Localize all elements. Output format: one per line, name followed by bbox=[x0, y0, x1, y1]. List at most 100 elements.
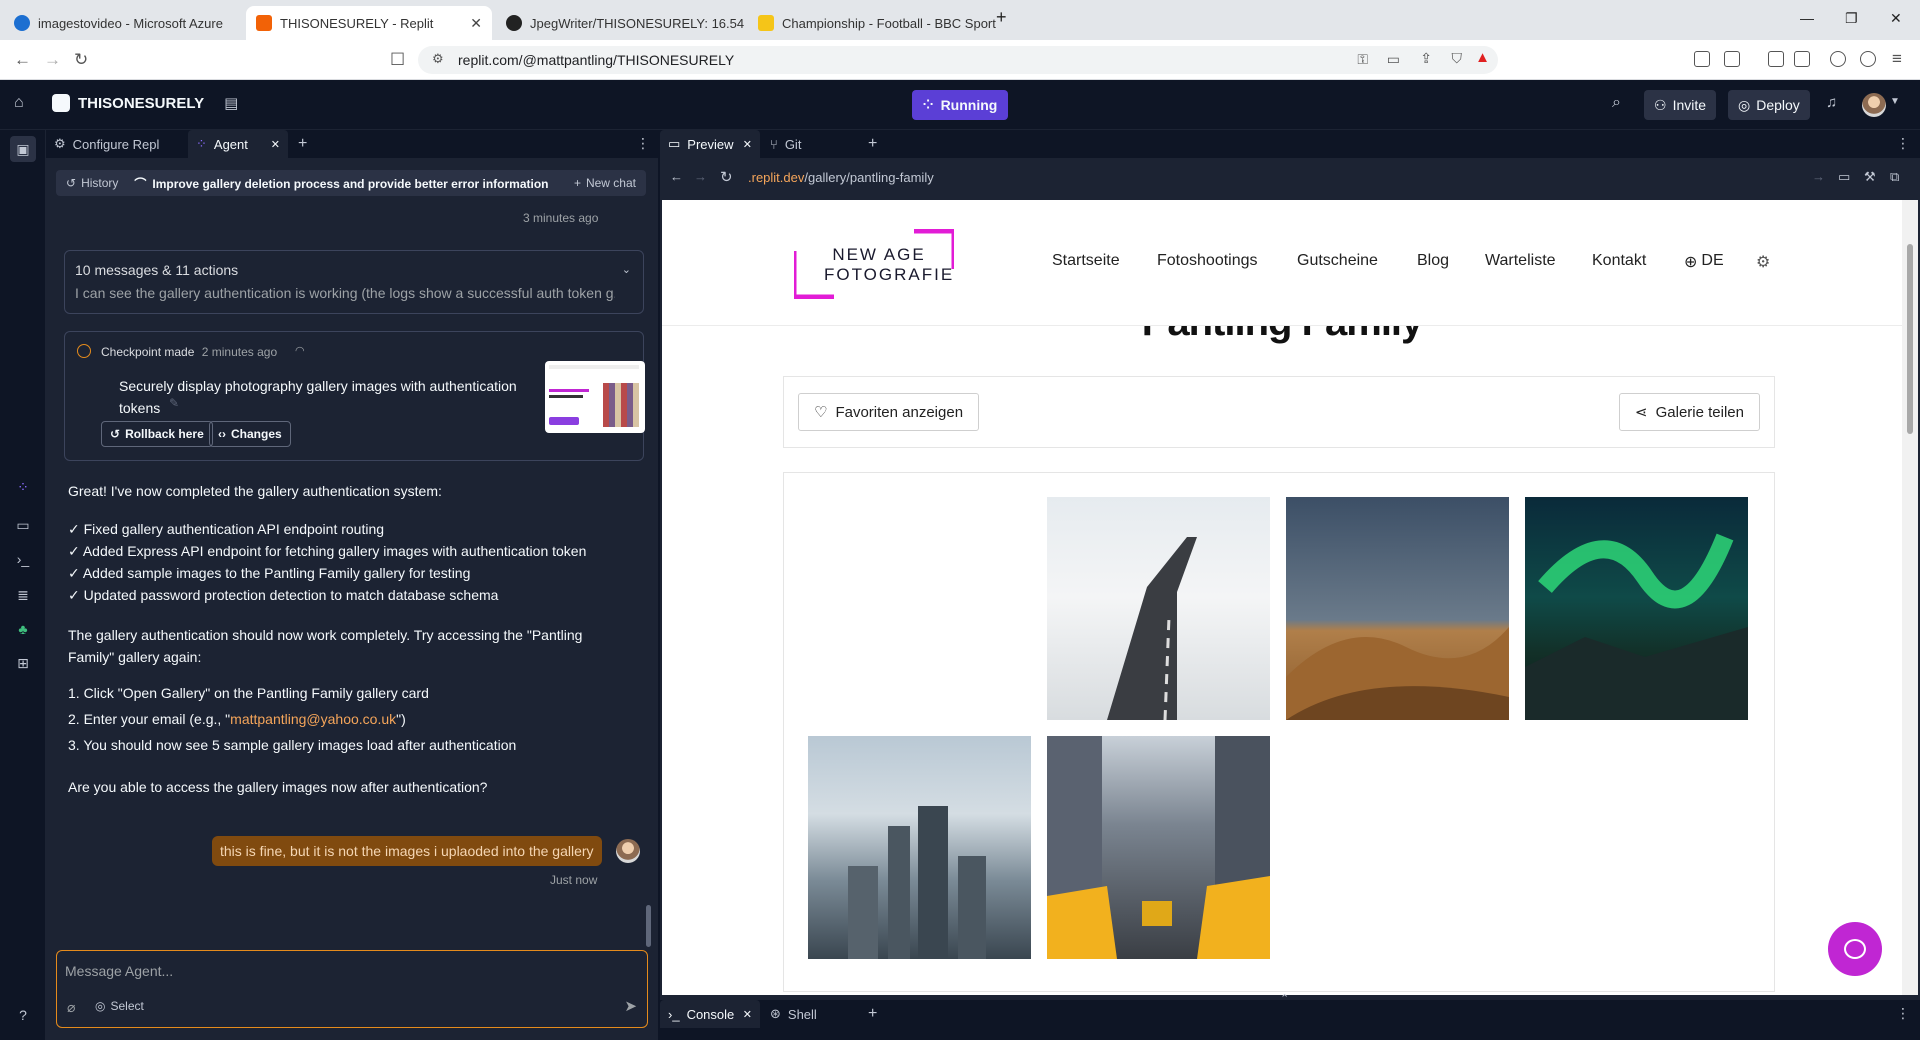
database-icon[interactable]: ≣ bbox=[14, 586, 32, 604]
add-tab-icon[interactable]: + bbox=[298, 135, 307, 153]
new-tab-icon[interactable]: + bbox=[996, 7, 1007, 28]
vpn-icon[interactable] bbox=[1860, 51, 1876, 67]
browser-tab-azure[interactable]: imagestovideo - Microsoft Azure bbox=[4, 6, 244, 40]
gallery-photo-snowy-road[interactable] bbox=[1047, 497, 1270, 720]
minimize-icon[interactable]: — bbox=[1800, 10, 1814, 26]
chat-widget-button[interactable] bbox=[1828, 922, 1882, 976]
menu-icon[interactable]: ≡ bbox=[1892, 49, 1902, 69]
reload-icon[interactable]: ↻ bbox=[74, 50, 88, 70]
tab-preview[interactable]: ▭ Preview ✕ bbox=[660, 130, 760, 158]
brave-shield-icon[interactable]: ⛉ bbox=[1452, 50, 1463, 67]
leo-ai-icon[interactable] bbox=[1830, 51, 1846, 67]
screenshot-icon[interactable] bbox=[1724, 51, 1740, 67]
chat-scrollbar[interactable] bbox=[646, 905, 651, 947]
changes-button[interactable]: ‹› Changes bbox=[209, 421, 291, 447]
chevron-down-icon[interactable]: ▼ bbox=[1890, 96, 1900, 107]
home-icon[interactable]: ⌂ bbox=[14, 94, 24, 112]
paperclip-icon[interactable]: ⌀ bbox=[67, 999, 75, 1016]
files-icon[interactable]: ▣ bbox=[10, 136, 36, 162]
nav-blog[interactable]: Blog bbox=[1417, 252, 1449, 270]
invite-button[interactable]: ⚇ Invite bbox=[1644, 90, 1717, 120]
gallery-photo-aurora[interactable] bbox=[1525, 497, 1748, 720]
message-input[interactable] bbox=[65, 959, 625, 983]
share-gallery-button[interactable]: ⋖ Galerie teilen bbox=[1619, 393, 1760, 431]
address-bar[interactable]: ⚙ replit.com/@mattpantling/THISONESURELY… bbox=[418, 46, 1498, 74]
restore-icon[interactable]: ❐ bbox=[1845, 10, 1858, 27]
checkpoint-thumbnail[interactable] bbox=[545, 361, 645, 433]
rollback-button[interactable]: ↺ Rollback here bbox=[101, 421, 213, 447]
share-icon[interactable]: ⇪ bbox=[1420, 50, 1432, 67]
help-icon[interactable]: ? bbox=[14, 1006, 32, 1024]
preview-url[interactable]: .replit.dev/gallery/pantling-family bbox=[748, 170, 934, 185]
more-options-icon[interactable]: ⋮ bbox=[636, 135, 650, 152]
window-close-icon[interactable]: ✕ bbox=[1890, 10, 1902, 27]
history-button[interactable]: ↺ History bbox=[66, 176, 118, 190]
gallery-photo-desert-dunes[interactable] bbox=[1286, 497, 1509, 720]
agent-icon[interactable]: ⁘ bbox=[14, 478, 32, 496]
bell-icon[interactable]: ♫ bbox=[1826, 94, 1837, 111]
browser-tab-bbc[interactable]: Championship - Football - BBC Sport bbox=[748, 6, 998, 40]
tab-agent[interactable]: ⁘ Agent ✕ bbox=[188, 130, 288, 158]
wallet-icon[interactable] bbox=[1794, 51, 1810, 67]
site-info-icon[interactable]: ⚙ bbox=[432, 51, 444, 67]
forward-icon[interactable]: → bbox=[694, 169, 707, 184]
tab-shell[interactable]: ⊛ Shell bbox=[762, 1000, 842, 1028]
devices-icon[interactable]: ▭ bbox=[1838, 169, 1850, 185]
tab-configure-repl[interactable]: ⚙ Configure Repl bbox=[46, 130, 186, 158]
add-tab-icon[interactable]: + bbox=[868, 1005, 877, 1023]
scrollbar-thumb[interactable] bbox=[1907, 244, 1913, 434]
chevron-down-icon[interactable]: ⌄ bbox=[622, 263, 631, 276]
gallery-photo-city-skyline[interactable] bbox=[808, 736, 1031, 959]
back-icon[interactable]: ← bbox=[14, 50, 31, 70]
close-icon[interactable]: ✕ bbox=[743, 1008, 752, 1021]
webview-scrollbar[interactable] bbox=[1902, 200, 1918, 995]
nav-warteliste[interactable]: Warteliste bbox=[1485, 252, 1556, 270]
file-icon[interactable]: ▤ bbox=[224, 94, 238, 112]
more-options-icon[interactable]: ⋮ bbox=[1896, 1005, 1910, 1022]
close-icon[interactable]: ✕ bbox=[470, 15, 482, 32]
tab-git[interactable]: ⑂ Git bbox=[762, 130, 858, 158]
select-button[interactable]: ◎ Select bbox=[95, 999, 144, 1013]
edit-icon[interactable]: ✎ bbox=[169, 396, 179, 410]
browser-tab-github[interactable]: JpegWriter/THISONESURELY: 16.54 bbox=[496, 6, 746, 40]
add-tab-icon[interactable]: + bbox=[868, 135, 877, 153]
nav-startseite[interactable]: Startseite bbox=[1052, 252, 1120, 270]
nav-fotoshootings[interactable]: Fotoshootings bbox=[1157, 252, 1258, 270]
devtools-icon[interactable]: ⚒ bbox=[1864, 169, 1876, 185]
avatar[interactable] bbox=[1862, 93, 1886, 117]
send-icon[interactable]: ➤ bbox=[624, 997, 637, 1015]
more-options-icon[interactable]: ⋮ bbox=[1896, 135, 1910, 152]
bookmark-icon[interactable]: ☐ bbox=[390, 50, 405, 70]
site-logo[interactable]: NEW AGE FOTOGRAFIE bbox=[794, 229, 954, 299]
run-button[interactable]: ⁘ Running bbox=[912, 90, 1008, 120]
terminal-icon[interactable]: ›_ bbox=[14, 550, 32, 568]
tab-console[interactable]: ›_ Console ✕ bbox=[660, 1000, 760, 1028]
extensions-icon[interactable] bbox=[1694, 51, 1710, 67]
close-icon[interactable]: ✕ bbox=[271, 138, 280, 151]
repl-name[interactable]: THISONESURELY ▤ bbox=[52, 94, 238, 112]
reload-icon[interactable]: ↻ bbox=[720, 168, 733, 186]
new-window-icon[interactable]: ⧉ bbox=[1890, 169, 1899, 185]
install-icon[interactable]: ▭ bbox=[1387, 51, 1400, 68]
gallery-photo-taxi-street[interactable] bbox=[1047, 736, 1270, 959]
key-icon[interactable]: ⚿ bbox=[1357, 51, 1368, 68]
all-tools-icon[interactable]: ⊞ bbox=[14, 654, 32, 672]
email-link[interactable]: mattpantling@yahoo.co.uk bbox=[230, 711, 396, 727]
deployments-icon[interactable]: ♣ bbox=[14, 620, 32, 638]
actions-summary[interactable]: 10 messages & 11 actions I can see the g… bbox=[64, 250, 644, 314]
nav-gutscheine[interactable]: Gutscheine bbox=[1297, 252, 1378, 270]
search-icon[interactable]: ⌕ bbox=[1612, 94, 1621, 112]
new-chat-button[interactable]: + New chat bbox=[574, 176, 636, 190]
sidebar-icon[interactable] bbox=[1768, 51, 1784, 67]
browser-tab-replit[interactable]: THISONESURELY - Replit ✕ bbox=[246, 6, 492, 40]
language-selector[interactable]: ⊕ DE bbox=[1684, 252, 1724, 272]
close-icon[interactable]: ✕ bbox=[743, 138, 752, 151]
show-favorites-button[interactable]: ♡ Favoriten anzeigen bbox=[798, 393, 980, 431]
open-arrow-icon[interactable]: → bbox=[1812, 169, 1825, 184]
deploy-button[interactable]: ◎ Deploy bbox=[1728, 90, 1810, 120]
brave-rewards-icon[interactable]: ▲ bbox=[1475, 49, 1490, 66]
chevron-up-icon[interactable]: ⌃ bbox=[1280, 992, 1289, 1005]
preview-icon[interactable]: ▭ bbox=[14, 516, 32, 534]
nav-kontakt[interactable]: Kontakt bbox=[1592, 252, 1646, 270]
back-icon[interactable]: ← bbox=[670, 169, 683, 184]
